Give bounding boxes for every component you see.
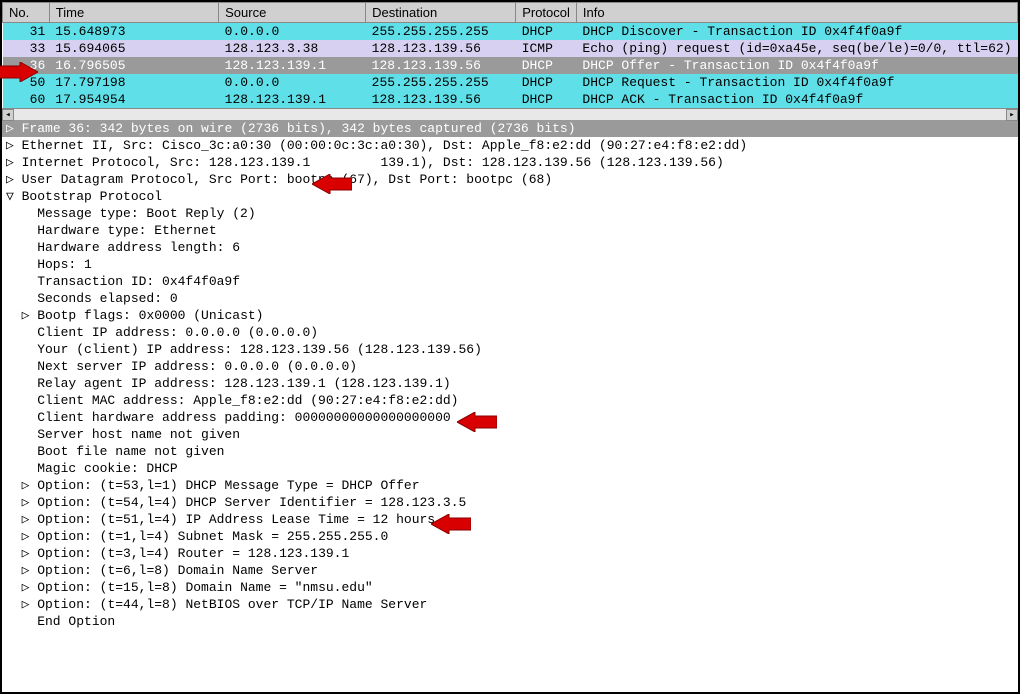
tree-node[interactable]: Boot file name not given	[2, 443, 1018, 460]
tree-node[interactable]: ▷ Option: (t=1,l=4) Subnet Mask = 255.25…	[2, 528, 1018, 545]
scroll-left-icon[interactable]: ◂	[2, 109, 14, 121]
tree-node[interactable]: ▷ Option: (t=15,l=8) Domain Name = "nmsu…	[2, 579, 1018, 596]
cell-source: 128.123.139.1	[219, 91, 366, 108]
packet-details-tree[interactable]: ▷ Ethernet II, Src: Cisco_3c:a0:30 (00:0…	[2, 137, 1018, 630]
cell-time: 16.796505	[49, 57, 218, 74]
cell-source: 0.0.0.0	[219, 23, 366, 41]
scroll-right-icon[interactable]: ▸	[1006, 109, 1018, 121]
cell-no: 31	[3, 23, 50, 41]
tree-node[interactable]: ▷ Internet Protocol, Src: 128.123.139.1 …	[2, 154, 1018, 171]
tree-node[interactable]: Client IP address: 0.0.0.0 (0.0.0.0)	[2, 324, 1018, 341]
tree-node[interactable]: Client hardware address padding: 0000000…	[2, 409, 1018, 426]
col-info-header[interactable]: Info	[576, 3, 1017, 23]
tree-node[interactable]: Seconds elapsed: 0	[2, 290, 1018, 307]
tree-node[interactable]: ▷ Option: (t=44,l=8) NetBIOS over TCP/IP…	[2, 596, 1018, 613]
col-destination-header[interactable]: Destination	[366, 3, 516, 23]
cell-info: DHCP ACK - Transaction ID 0x4f4f0a9f	[576, 91, 1017, 108]
cell-destination: 128.123.139.56	[366, 57, 516, 74]
annotation-arrow-icon	[431, 514, 471, 534]
table-row[interactable]: 6017.954954128.123.139.1128.123.139.56DH…	[3, 91, 1018, 108]
cell-protocol: DHCP	[516, 74, 577, 91]
table-row[interactable]: 5017.7971980.0.0.0255.255.255.255DHCPDHC…	[3, 74, 1018, 91]
cell-protocol: DHCP	[516, 91, 577, 108]
cell-no: 60	[3, 91, 50, 108]
cell-no: 33	[3, 40, 50, 57]
tree-node[interactable]: ▷ Option: (t=6,l=8) Domain Name Server	[2, 562, 1018, 579]
tree-node[interactable]: ▷ Option: (t=51,l=4) IP Address Lease Ti…	[2, 511, 1018, 528]
cell-info: DHCP Discover - Transaction ID 0x4f4f0a9…	[576, 23, 1017, 41]
annotation-arrow-icon	[0, 62, 38, 82]
tree-node[interactable]: Your (client) IP address: 128.123.139.56…	[2, 341, 1018, 358]
tree-node[interactable]: Next server IP address: 0.0.0.0 (0.0.0.0…	[2, 358, 1018, 375]
tree-node[interactable]: ▷ Option: (t=54,l=4) DHCP Server Identif…	[2, 494, 1018, 511]
table-row[interactable]: 3616.796505128.123.139.1128.123.139.56DH…	[3, 57, 1018, 74]
cell-source: 128.123.3.38	[219, 40, 366, 57]
cell-time: 15.694065	[49, 40, 218, 57]
col-protocol-header[interactable]: Protocol	[516, 3, 577, 23]
tree-node[interactable]: End Option	[2, 613, 1018, 630]
cell-info: DHCP Request - Transaction ID 0x4f4f0a9f	[576, 74, 1017, 91]
tree-node[interactable]: Hardware address length: 6	[2, 239, 1018, 256]
tree-node[interactable]: Hops: 1	[2, 256, 1018, 273]
horizontal-scrollbar[interactable]: ◂ ▸	[2, 108, 1018, 120]
tree-node[interactable]: ▷ Ethernet II, Src: Cisco_3c:a0:30 (00:0…	[2, 137, 1018, 154]
tree-node[interactable]: Client MAC address: Apple_f8:e2:dd (90:2…	[2, 392, 1018, 409]
tree-node[interactable]: ▷ User Datagram Protocol, Src Port: boot…	[2, 171, 1018, 188]
cell-time: 15.648973	[49, 23, 218, 41]
cell-time: 17.797198	[49, 74, 218, 91]
cell-protocol: DHCP	[516, 23, 577, 41]
cell-destination: 128.123.139.56	[366, 91, 516, 108]
tree-node[interactable]: ▽ Bootstrap Protocol	[2, 188, 1018, 205]
tree-node[interactable]: Hardware type: Ethernet	[2, 222, 1018, 239]
cell-time: 17.954954	[49, 91, 218, 108]
tree-node[interactable]: Transaction ID: 0x4f4f0a9f	[2, 273, 1018, 290]
annotation-arrow-icon	[457, 412, 497, 432]
table-row[interactable]: 3115.6489730.0.0.0255.255.255.255DHCPDHC…	[3, 23, 1018, 41]
cell-source: 0.0.0.0	[219, 74, 366, 91]
packet-list-header: No. Time Source Destination Protocol Inf…	[3, 3, 1018, 23]
col-no-header[interactable]: No.	[3, 3, 50, 23]
tree-node[interactable]: Server host name not given	[2, 426, 1018, 443]
cell-destination: 255.255.255.255	[366, 23, 516, 41]
frame-summary-bar[interactable]: ▷ Frame 36: 342 bytes on wire (2736 bits…	[2, 120, 1018, 137]
cell-info: DHCP Offer - Transaction ID 0x4f4f0a9f	[576, 57, 1017, 74]
cell-protocol: DHCP	[516, 57, 577, 74]
tree-node[interactable]: ▷ Bootp flags: 0x0000 (Unicast)	[2, 307, 1018, 324]
annotation-arrow-icon	[312, 174, 352, 194]
packet-rows: 3115.6489730.0.0.0255.255.255.255DHCPDHC…	[3, 23, 1018, 109]
tree-node[interactable]: Relay agent IP address: 128.123.139.1 (1…	[2, 375, 1018, 392]
tree-node[interactable]: Message type: Boot Reply (2)	[2, 205, 1018, 222]
cell-destination: 128.123.139.56	[366, 40, 516, 57]
table-row[interactable]: 3315.694065128.123.3.38128.123.139.56ICM…	[3, 40, 1018, 57]
tree-node[interactable]: ▷ Option: (t=53,l=1) DHCP Message Type =…	[2, 477, 1018, 494]
tree-node[interactable]: Magic cookie: DHCP	[2, 460, 1018, 477]
cell-info: Echo (ping) request (id=0xa45e, seq(be/l…	[576, 40, 1017, 57]
cell-destination: 255.255.255.255	[366, 74, 516, 91]
cell-source: 128.123.139.1	[219, 57, 366, 74]
tree-node[interactable]: ▷ Option: (t=3,l=4) Router = 128.123.139…	[2, 545, 1018, 562]
col-time-header[interactable]: Time	[49, 3, 218, 23]
cell-protocol: ICMP	[516, 40, 577, 57]
packet-list-table[interactable]: No. Time Source Destination Protocol Inf…	[2, 2, 1018, 108]
col-source-header[interactable]: Source	[219, 3, 366, 23]
